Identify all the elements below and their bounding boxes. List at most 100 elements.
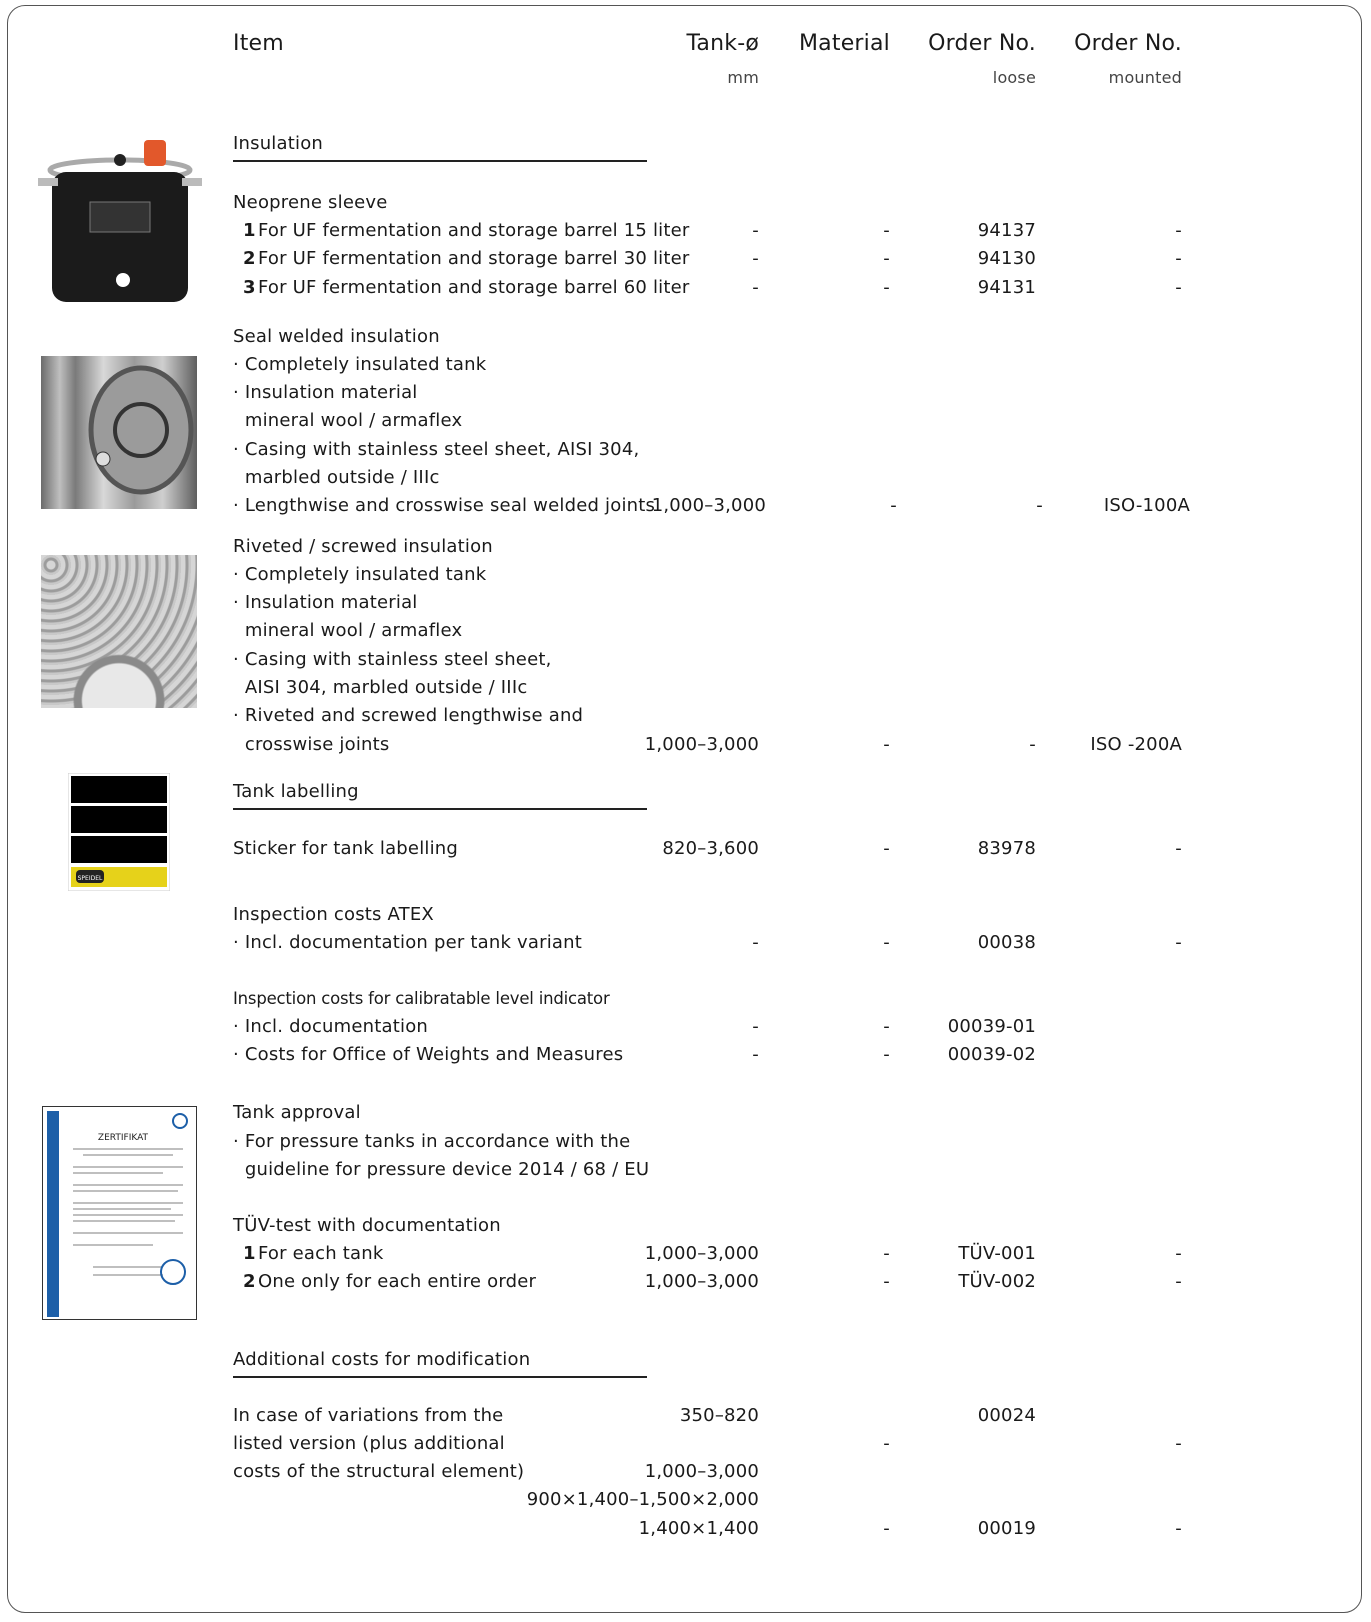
section-rule (233, 1376, 647, 1378)
header-order-mounted: Order No. (1074, 31, 1182, 56)
neoprene-title: Neoprene sleeve (233, 192, 388, 213)
calib-tank: - (752, 1044, 759, 1065)
modification-tank: 350–820 (679, 1405, 759, 1426)
modification-line: costs of the structural element) (233, 1461, 525, 1482)
seal-line: · Casing with stainless steel sheet, AIS… (233, 439, 640, 460)
row-label: For UF fermentation and storage barrel 6… (258, 277, 690, 298)
seal-tank: 1,000–3,000 (651, 495, 766, 516)
riveted-line: · Riveted and screwed lengthwise and (233, 705, 584, 726)
atex-line: · Incl. documentation per tank variant (233, 932, 582, 953)
row-tank: 1,000–3,000 (644, 1243, 759, 1264)
header-material: Material (799, 31, 890, 56)
sticker-mounted: - (1175, 838, 1182, 859)
riveted-image (41, 555, 197, 708)
riveted-line: crosswise joints (233, 734, 390, 755)
header-item: Item (233, 31, 284, 56)
riveted-title: Riveted / screwed insulation (233, 536, 493, 557)
row-number: 2 (243, 1271, 256, 1292)
row-label: For UF fermentation and storage barrel 3… (258, 248, 690, 269)
certificate-title: ZERTIFIKAT (98, 1133, 149, 1143)
row-mounted: - (1175, 220, 1182, 241)
section-rule (233, 808, 647, 810)
seal-line: · Lengthwise and crosswise seal welded j… (233, 495, 656, 516)
row-material: - (883, 1271, 890, 1292)
riveted-line: · Completely insulated tank (233, 564, 487, 585)
calib-material: - (883, 1016, 890, 1037)
row-number: 1 (243, 1243, 256, 1264)
header-tank: Tank-ø (686, 31, 759, 56)
riveted-tank: 1,000–3,000 (644, 734, 759, 755)
section-modification: Additional costs for modification (233, 1349, 531, 1370)
page-frame (7, 5, 1362, 1613)
row-material: - (883, 277, 890, 298)
row-label: For UF fermentation and storage barrel 1… (258, 220, 690, 241)
atex-tank: - (752, 932, 759, 953)
modification-tank: 900×1,400–1,500×2,000 (526, 1489, 759, 1510)
sticker-label: Sticker for tank labelling (233, 838, 459, 859)
row-tank: - (752, 248, 759, 269)
row-label: For each tank (258, 1243, 384, 1264)
row-mounted: - (1175, 248, 1182, 269)
row-tank: - (752, 220, 759, 241)
row-number: 1 (243, 220, 256, 241)
approval-line: guideline for pressure device 2014 / 68 … (233, 1159, 650, 1180)
sticker-brand-text: SPEIDEL (78, 875, 103, 882)
modification-line: In case of variations from the (233, 1405, 504, 1426)
seal-line: · Insulation material (233, 382, 418, 403)
row-loose: 94131 (977, 277, 1036, 298)
riveted-mounted: ISO -200A (1090, 734, 1182, 755)
neoprene-barrel-image (38, 132, 202, 312)
riveted-line: AISI 304, marbled outside / IIIc (233, 677, 528, 698)
seal-line: marbled outside / IIIc (233, 467, 440, 488)
seal-title: Seal welded insulation (233, 326, 440, 347)
row-material: - (883, 1243, 890, 1264)
certificate-image: ZERTIFIKAT (42, 1106, 197, 1320)
approval-line: · For pressure tanks in accordance with … (233, 1131, 631, 1152)
sticker-material: - (883, 838, 890, 859)
row-loose: 94137 (977, 220, 1036, 241)
approval-title: Tank approval (233, 1102, 361, 1123)
row-number: 2 (243, 248, 256, 269)
modification-tank: 1,400×1,400 (638, 1518, 759, 1539)
calib-loose: 00039-02 (947, 1044, 1036, 1065)
seal-line: mineral wool / armaflex (233, 410, 463, 431)
modification-tank: 1,000–3,000 (644, 1461, 759, 1482)
sticker-tank: 820–3,600 (662, 838, 759, 859)
modification-line: listed version (plus additional (233, 1433, 505, 1454)
row-mounted: - (1175, 1243, 1182, 1264)
modification-material: - (883, 1518, 890, 1539)
calib-loose: 00039-01 (947, 1016, 1036, 1037)
row-number: 3 (243, 277, 256, 298)
tank-label-sticker-image: SPEIDEL (68, 773, 170, 891)
atex-mounted: - (1175, 932, 1182, 953)
row-tank: - (752, 277, 759, 298)
riveted-material: - (883, 734, 890, 755)
row-mounted: - (1175, 1271, 1182, 1292)
riveted-line: · Casing with stainless steel sheet, (233, 649, 552, 670)
seal-loose: - (1036, 495, 1043, 516)
seal-material: - (890, 495, 897, 516)
seal-welded-image (41, 356, 197, 509)
modification-loose: 00024 (977, 1405, 1036, 1426)
atex-material: - (883, 932, 890, 953)
row-loose: TÜV-001 (958, 1243, 1036, 1264)
calib-tank: - (752, 1016, 759, 1037)
atex-loose: 00038 (977, 932, 1036, 953)
row-material: - (883, 220, 890, 241)
modification-mounted: - (1175, 1433, 1182, 1454)
section-tank-labelling: Tank labelling (233, 781, 359, 802)
calib-material: - (883, 1044, 890, 1065)
calib-line: · Costs for Office of Weights and Measur… (233, 1044, 624, 1065)
row-mounted: - (1175, 277, 1182, 298)
row-loose: TÜV-002 (958, 1271, 1036, 1292)
tuv-title: TÜV-test with documentation (233, 1215, 501, 1236)
calib-line: · Incl. documentation (233, 1016, 429, 1037)
modification-loose: 00019 (977, 1518, 1036, 1539)
row-material: - (883, 248, 890, 269)
modification-material: - (883, 1433, 890, 1454)
row-loose: 94130 (977, 248, 1036, 269)
section-rule (233, 160, 647, 162)
calib-title: Inspection costs for calibratable level … (233, 989, 610, 1008)
header-order-loose-sub: loose (992, 68, 1036, 87)
seal-mounted: ISO-100A (1103, 495, 1190, 516)
